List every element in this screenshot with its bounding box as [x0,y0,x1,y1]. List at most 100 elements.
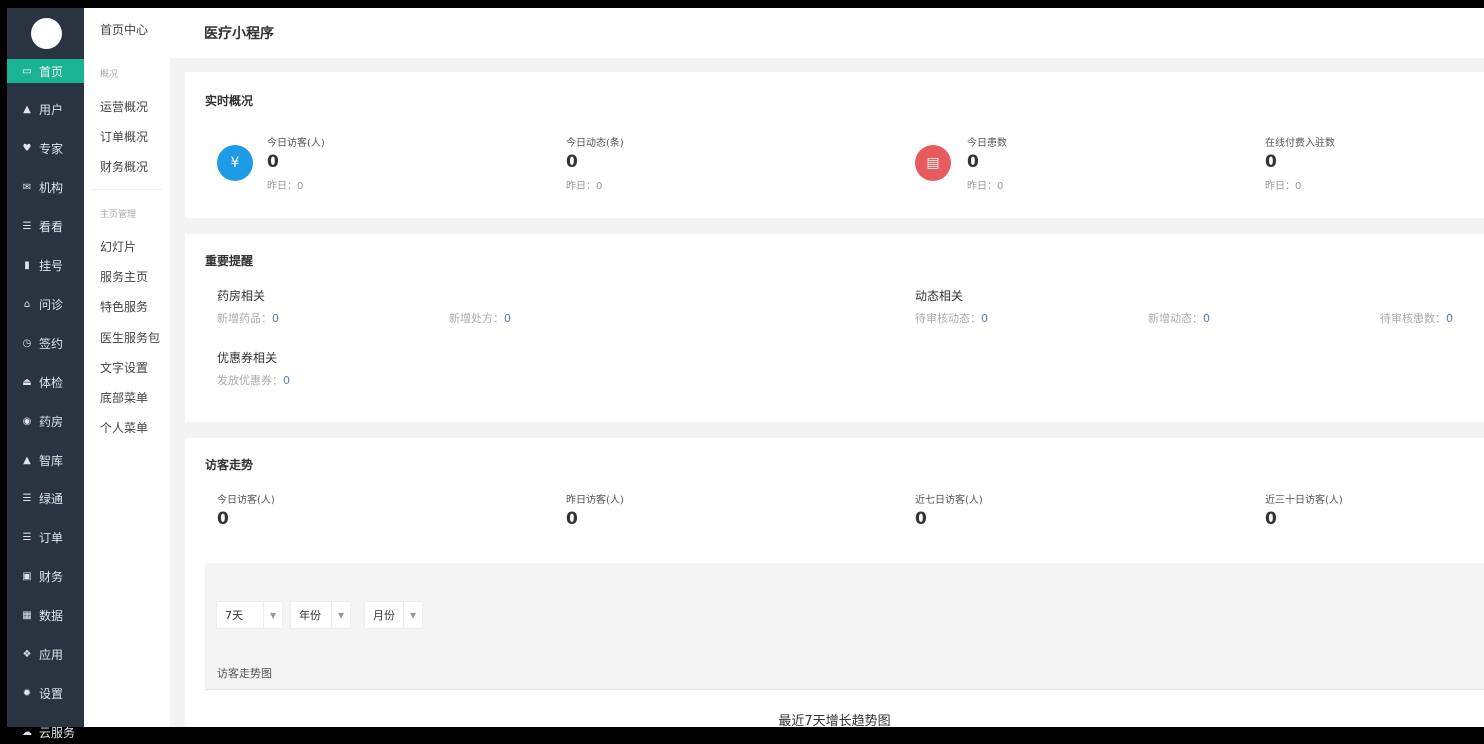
sidebar-item-13[interactable]: ▣ 财务 [7,565,84,589]
sidebar-item-1[interactable]: ▲ 用户 [7,98,84,122]
chart-filter-panel: 7天 ▼ 年份 ▼ 月份 ▼ 访客走势图 [205,563,1484,690]
page-header: 医疗小程序 [170,8,1484,58]
chevron-down-icon: ▼ [331,602,350,628]
range-select[interactable]: 7天 ▼ [216,601,284,629]
stat-today-patients: 今日患数 0 昨日：0 [967,138,1007,192]
reminder-pending-patients[interactable]: 待审核患数：0 [1380,310,1453,326]
stat-visitors-7days: 近七日访客(人) 0 [915,495,983,529]
stat-today-visitors: 今日访客(人) 0 昨日：0 [267,138,325,192]
sidebar-item-4[interactable]: ☰ 看看 [7,215,84,239]
sidebar-item-label: 云服务 [39,725,76,740]
home-icon: ⌂ [23,298,31,310]
sidebar-item-16[interactable]: ✹ 设置 [7,681,84,705]
submenu-item-slides[interactable]: 幻灯片 [100,238,136,255]
section-title: 实时概况 [205,94,254,108]
submenu-item-orders[interactable]: 订单概况 [100,128,148,145]
submenu-item-service-home[interactable]: 服务主页 [100,268,148,285]
avatar[interactable] [31,18,62,49]
reminder-new-posts[interactable]: 新增动态：0 [1148,310,1210,326]
inbox-icon: ▤ [915,145,951,181]
list-icon: ☰ [22,221,32,233]
submenu-section-overview: 概况 [100,70,119,80]
stat-today-posts: 今日动态(条) 0 昨日：0 [566,138,624,192]
chevron-down-icon: ▼ [403,602,422,628]
submenu-item-text-settings[interactable]: 文字设置 [100,359,148,376]
sidebar-item-label: 药房 [39,414,64,429]
group-title: 优惠券相关 [217,351,278,365]
submenu-item-featured[interactable]: 特色服务 [100,298,148,315]
main-content: 医疗小程序 实时概况 ¥ 今日访客(人) 0 昨日：0 今日动态(条) 0 昨日：0 ▤… [170,8,1484,729]
reminder-new-prescriptions[interactable]: 新增处方：0 [449,310,511,326]
reminders-card: 重要提醒 药房相关 新增药品：0 新增处方：0 动态相关 待审核动态：0 新增动… [185,234,1484,422]
sidebar-item-label: 挂号 [39,259,64,273]
sidebar-item-label: 智库 [39,453,64,468]
group-title: 药房相关 [217,289,266,303]
year-select[interactable]: 年份 ▼ [290,601,352,629]
user-icon: ▲ [23,104,31,116]
chart-title: 最近7天增长趋势图 [778,714,891,729]
lock-icon: ▲ [23,454,31,466]
list-icon: ☰ [22,532,32,544]
submenu-section-home: 主页管理 [100,210,137,220]
submenu-title[interactable]: 首页中心 [100,21,148,38]
submenu-item-personal-menu[interactable]: 个人菜单 [100,419,148,436]
sidebar-item-label: 体检 [39,375,64,390]
cloud-icon: ☁ [22,726,32,738]
sidebar: ▭ 首页 ▲ 用户 ♥ 专家 ✉ 机构 ☰ 看看 ▮ 挂号 ⌂ 问诊 ◷ 签约 ⏏ 体检 ◉ 药房 ▲ 智库 ☰ 绿通 ☰ 订单 ▣… [7,8,84,740]
stat-visitors-30days: 近三十日访客(人) 0 [1265,495,1343,529]
submenu-item-finance[interactable]: 财务概况 [100,158,148,175]
sidebar-item-11[interactable]: ☰ 绿通 [7,487,84,511]
sidebar-item-3[interactable]: ✉ 机构 [7,176,84,200]
sidebar-item-label: 财务 [39,570,64,585]
sidebar-item-6[interactable]: ⌂ 问诊 [7,292,84,316]
sidebar-item-label: 订单 [39,531,64,546]
cubes-icon: ❖ [22,649,32,660]
realtime-card: 实时概况 ¥ 今日访客(人) 0 昨日：0 今日动态(条) 0 昨日：0 ▤ 今日患数 0… [185,72,1484,218]
list-icon: ☰ [22,493,32,505]
submenu-item-doctor-package[interactable]: 医生服务包 [100,329,160,346]
reminder-new-drugs[interactable]: 新增药品：0 [217,310,279,326]
stat-visitors-today: 今日访客(人) 0 [217,495,275,529]
submenu-item-operations[interactable]: 运营概况 [100,98,148,115]
sidebar-item-12[interactable]: ☰ 订单 [7,526,84,550]
page-title: 医疗小程序 [204,26,274,42]
section-title: 重要提醒 [205,254,254,268]
section-title: 访客走势 [205,458,254,472]
sidebar-item-label: 设置 [39,686,64,701]
sidebar-item-8[interactable]: ⏏ 体检 [7,370,84,394]
sidebar-item-15[interactable]: ❖ 应用 [7,643,84,667]
sidebar-item-label: 专家 [39,142,64,157]
submenu-item-bottom-menu[interactable]: 底部菜单 [100,389,148,406]
group-title: 动态相关 [915,289,964,303]
sidebar-item-5[interactable]: ▮ 挂号 [7,254,84,278]
reminder-pending-posts[interactable]: 待审核动态：0 [915,310,988,326]
sidebar-item-label: 问诊 [39,297,64,312]
reminder-coupons[interactable]: 发放优惠券：0 [217,372,290,388]
sidebar-item-label: 绿通 [39,492,64,507]
sidebar-item-9[interactable]: ◉ 药房 [7,409,84,433]
stat-visitors-yesterday: 昨日访客(人) 0 [566,495,624,529]
sidebar-item-label: 用户 [39,103,64,118]
sidebar-item-label: 应用 [39,648,64,662]
chart-label: 访客走势图 [217,667,272,680]
sidebar-item-label: 机构 [39,181,64,196]
signal-icon: ▮ [24,260,30,271]
visitors-card: 访客走势 今日访客(人) 0 昨日访客(人) 0 近七日访客(人) 0 近三十日访客(… [185,438,1484,729]
sidebar-item-label: 首页 [39,64,64,79]
sidebar-item-0[interactable]: ▭ 首页 [7,59,84,83]
money-icon: ▣ [22,571,32,583]
money-bag-icon: ¥ [217,145,253,181]
sidebar-item-2[interactable]: ♥ 专家 [7,137,84,161]
sidebar-item-14[interactable]: ▦ 数据 [7,604,84,628]
sidebar-item-7[interactable]: ◷ 签约 [7,331,84,355]
divider [92,189,162,190]
submenu: 首页中心 概况 运营概况 订单概况 财务概况 主页管理 幻灯片 服务主页 特色服… [84,8,170,727]
clock-icon: ◷ [22,337,32,349]
sidebar-item-17[interactable]: ☁ 云服务 [7,720,84,744]
sidebar-item-10[interactable]: ▲ 智库 [7,448,84,472]
stat-paid-joins: 在线付费入驻数 0 昨日：0 [1265,138,1335,192]
month-select[interactable]: 月份 ▼ [364,601,424,629]
sidebar-item-label: 看看 [39,220,64,235]
gear-icon: ✹ [22,687,32,699]
envelope-icon: ✉ [22,182,32,194]
